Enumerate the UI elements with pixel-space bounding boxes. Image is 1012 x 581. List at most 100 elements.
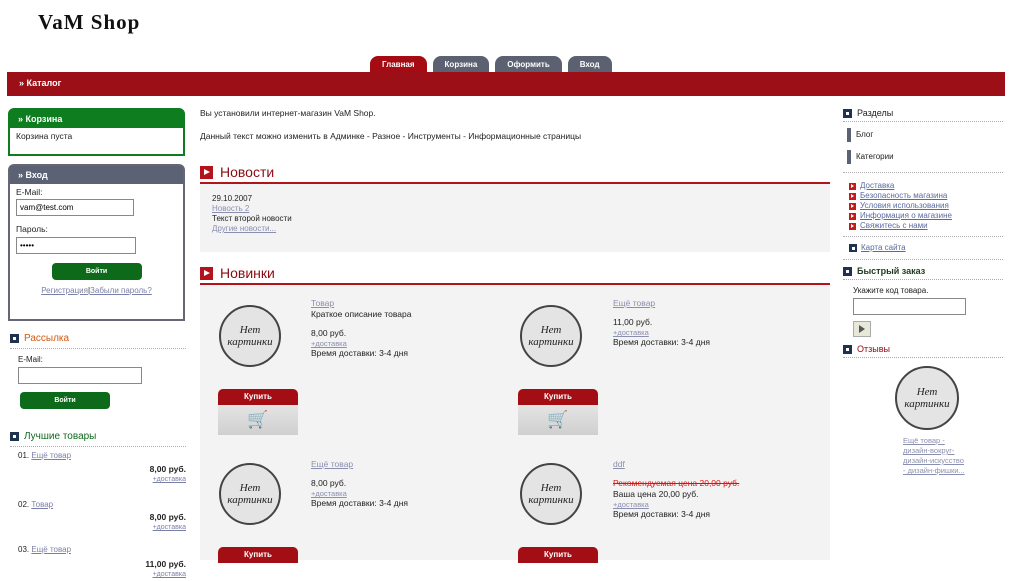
bestseller-link[interactable]: Товар bbox=[31, 500, 53, 509]
buy-button[interactable]: Купить 🛒 bbox=[218, 389, 298, 435]
more-news-link[interactable]: Другие новости... bbox=[212, 224, 818, 234]
catalog-link[interactable]: » Каталог bbox=[19, 78, 61, 88]
cart-status: Корзина пуста bbox=[16, 131, 73, 141]
product-card: Нет картинки Купить bbox=[218, 463, 298, 563]
intro-line-1: Вы установили интернет-магазин VaM Shop. bbox=[200, 108, 376, 118]
block-icon bbox=[10, 432, 19, 441]
block-icon bbox=[843, 108, 852, 118]
newsletter-title: Рассылка bbox=[24, 333, 70, 344]
arrow-icon bbox=[849, 192, 856, 200]
shipping-link[interactable]: +доставка bbox=[613, 500, 739, 509]
no-image-placeholder[interactable]: Нет картинки bbox=[219, 463, 281, 525]
product-name-link[interactable]: ddf bbox=[613, 459, 739, 470]
intro-line-2: Данный текст можно изменить в Админке - … bbox=[200, 131, 582, 141]
news-item-link[interactable]: Новость 2 bbox=[212, 204, 818, 214]
product-name-link[interactable]: Товар bbox=[311, 298, 411, 309]
register-link[interactable]: Регистрация bbox=[41, 286, 88, 295]
block-icon bbox=[843, 266, 852, 276]
product-card: Нет картинки Купить 🛒 bbox=[518, 305, 598, 435]
rank-number: 01. bbox=[18, 451, 30, 460]
info-link-about[interactable]: Информация о магазине bbox=[849, 211, 1003, 221]
login-button[interactable]: Войти bbox=[51, 263, 142, 280]
shop-logo[interactable]: VaM Shop bbox=[38, 10, 140, 35]
quick-order-submit[interactable] bbox=[853, 321, 871, 337]
right-sidebar: Разделы Блог Категории Доставка Безопасн… bbox=[843, 108, 1003, 494]
rank-number: 02. bbox=[18, 500, 30, 509]
cart-box-title[interactable]: » Корзина bbox=[10, 110, 183, 128]
info-link-delivery[interactable]: Доставка bbox=[849, 181, 1003, 191]
product-price: 11,00 руб. bbox=[613, 317, 653, 327]
review-link[interactable]: Ещё товар - дизайн-вокруг-дизайн-искусст… bbox=[903, 436, 965, 494]
password-label: Пароль: bbox=[16, 224, 48, 234]
quick-order-title: Быстрый заказ bbox=[857, 266, 926, 276]
sections-title: Разделы bbox=[857, 108, 894, 118]
shipping-link[interactable]: +доставка bbox=[311, 339, 411, 348]
news-title: Новости bbox=[220, 164, 275, 180]
block-icon bbox=[843, 344, 852, 354]
newsletter-email-label: E-Mail: bbox=[18, 355, 43, 364]
no-image-placeholder[interactable]: Нет картинки bbox=[219, 305, 281, 367]
product-name-link[interactable]: Ещё товар bbox=[613, 298, 710, 309]
newsletter-block: Рассылка E-Mail: Войти bbox=[10, 333, 186, 409]
play-icon bbox=[859, 325, 865, 333]
bestseller-price: 11,00 руб. bbox=[145, 559, 186, 569]
news-date: 29.10.2007 bbox=[212, 194, 253, 203]
block-icon bbox=[10, 334, 19, 343]
catalog-bar: » Каталог bbox=[7, 72, 1005, 96]
sitemap-link[interactable]: Карта сайта bbox=[849, 243, 1003, 253]
news-item-text: Текст второй новости bbox=[212, 214, 292, 223]
bestseller-price: 8,00 руб. bbox=[149, 512, 186, 522]
info-link-terms[interactable]: Условия использования bbox=[849, 201, 1003, 211]
delivery-time: Время доставки: 3-4 дня bbox=[613, 337, 711, 347]
forgot-password-link[interactable]: Забыли пароль? bbox=[90, 286, 152, 295]
bestseller-price: 8,00 руб. bbox=[149, 464, 186, 474]
bestsellers-title: Лучшие товары bbox=[24, 431, 97, 442]
product-price: 8,00 руб. bbox=[311, 328, 347, 338]
no-image-placeholder[interactable]: Нет картинки bbox=[520, 463, 582, 525]
newsletter-button[interactable]: Войти bbox=[20, 392, 110, 409]
arrow-icon bbox=[849, 202, 856, 210]
info-link-security[interactable]: Безопасность магазина bbox=[849, 191, 1003, 201]
email-label: E-Mail: bbox=[16, 187, 43, 197]
reviews-title: Отзывы bbox=[857, 344, 890, 354]
sections-item-blog[interactable]: Блог bbox=[847, 128, 1003, 142]
review-no-image[interactable]: Нет картинки bbox=[895, 366, 959, 430]
bestseller-link[interactable]: Ещё товар bbox=[31, 451, 71, 460]
email-field[interactable] bbox=[16, 199, 134, 216]
buy-button[interactable]: Купить bbox=[518, 547, 598, 563]
tab-cart[interactable]: Корзина bbox=[432, 56, 490, 72]
shipping-link[interactable]: +доставка bbox=[311, 489, 408, 498]
arrow-icon bbox=[849, 212, 856, 220]
shipping-link[interactable]: +доставка bbox=[613, 328, 710, 337]
product-card: Нет картинки Купить bbox=[518, 463, 598, 563]
new-products-title: Новинки bbox=[220, 265, 275, 281]
product-description: Краткое описание товара bbox=[311, 309, 412, 319]
newsletter-email-field[interactable] bbox=[18, 367, 142, 384]
info-link-contact[interactable]: Свяжитесь с нами bbox=[849, 221, 1003, 231]
buy-button[interactable]: Купить 🛒 bbox=[518, 389, 598, 435]
tab-checkout[interactable]: Оформить bbox=[495, 56, 562, 72]
buy-button[interactable]: Купить bbox=[218, 547, 298, 563]
no-image-placeholder[interactable]: Нет картинки bbox=[520, 305, 582, 367]
login-box: » Вход E-Mail: Пароль: Войти Регистрация… bbox=[8, 164, 185, 321]
delivery-time: Время доставки: 3-4 дня bbox=[311, 348, 409, 358]
bestseller-link[interactable]: Ещё товар bbox=[31, 545, 71, 554]
bestseller-shipping-link[interactable]: +доставка bbox=[153, 524, 186, 531]
new-products-grid: Нет картинки Купить 🛒 Товар Краткое описа… bbox=[200, 285, 830, 563]
bestseller-shipping-link[interactable]: +доставка bbox=[153, 571, 186, 578]
main-tabs: Главная Корзина Оформить Вход bbox=[370, 56, 612, 72]
sections-item-categories[interactable]: Категории bbox=[847, 150, 1003, 164]
tab-home[interactable]: Главная bbox=[370, 56, 427, 72]
product-price: 8,00 руб. bbox=[311, 478, 347, 488]
product-code-input[interactable] bbox=[853, 298, 966, 315]
cart-icon: 🛒 bbox=[218, 405, 298, 435]
bestseller-shipping-link[interactable]: +доставка bbox=[153, 476, 186, 483]
tab-login[interactable]: Вход bbox=[567, 56, 612, 72]
rank-number: 03. bbox=[18, 545, 30, 554]
delivery-time: Время доставки: 3-4 дня bbox=[311, 498, 409, 508]
block-icon bbox=[849, 244, 857, 252]
product-name-link[interactable]: Ещё товар bbox=[311, 459, 408, 470]
quick-order-label: Укажите код товара. bbox=[853, 286, 929, 295]
password-field[interactable] bbox=[16, 237, 136, 254]
cart-icon: 🛒 bbox=[518, 405, 598, 435]
